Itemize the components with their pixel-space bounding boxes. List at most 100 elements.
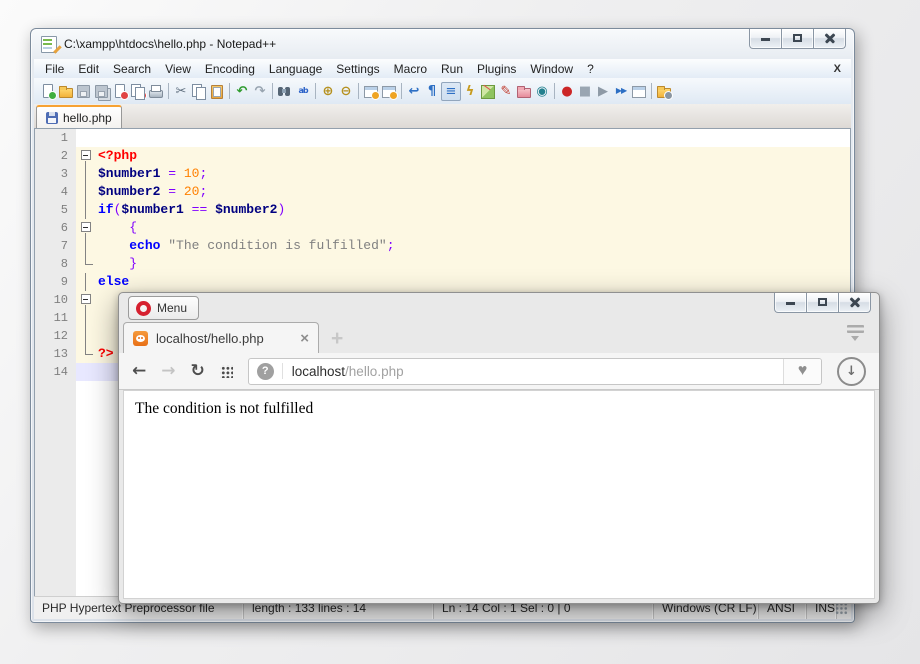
code-text[interactable]: $number2 = 20; [98,183,850,201]
menu-search[interactable]: Search [106,60,158,78]
replace-icon[interactable]: ab [294,83,312,100]
copy-icon[interactable] [190,83,208,100]
show-all-characters-icon[interactable]: ¶ [423,83,441,100]
new-file-icon[interactable] [39,83,57,100]
code-text[interactable]: echo "The condition is fulfilled"; [98,237,850,255]
tab-close-icon[interactable]: × [300,331,309,346]
minimize-button[interactable] [749,29,782,49]
save-icon[interactable] [75,83,93,100]
opera-tabbar: localhost/hello.php × + [119,320,879,354]
save-all-icon[interactable] [93,83,111,100]
fold-marker-icon [76,309,98,327]
line-number: 11 [53,311,68,325]
opera-menu-button[interactable]: Menu [128,296,200,320]
close-icon [849,296,861,308]
badge-icon [371,90,380,100]
sync-vertical-icon[interactable] [362,83,380,100]
fold-marker-icon[interactable] [76,147,98,165]
site-info-icon[interactable] [256,362,274,380]
opera-window-controls [774,293,871,313]
folder-workspace-icon[interactable] [515,83,533,100]
code-text[interactable]: else [98,273,850,291]
url-text[interactable]: localhost/hello.php [292,364,404,379]
fold-marker-icon [76,183,98,201]
menu-view[interactable]: View [158,60,198,78]
editor-line-5: 5 if($number1 == $number2) [35,201,850,219]
menu-settings[interactable]: Settings [329,60,386,78]
address-bar[interactable]: localhost/hello.php ♥ [247,357,822,385]
redo-icon[interactable]: ↷ [251,83,269,100]
new-tab-button[interactable]: + [331,328,343,349]
code-text[interactable]: if($number1 == $number2) [98,201,850,219]
indent-guide-icon[interactable]: ≡ [441,81,461,101]
editor-line-3: 3 $number1 = 10; [35,165,850,183]
maximize-button[interactable] [781,29,814,49]
folder-link-icon[interactable] [655,83,673,100]
badge-icon [48,90,57,100]
opera-logo-icon [136,300,151,316]
tab-hello-php[interactable]: hello.php [36,105,122,128]
doc-close-button[interactable]: X [834,63,851,75]
notepadpp-titlebar[interactable]: C:\xampp\htdocs\hello.php - Notepad++ [31,29,854,59]
forward-button[interactable]: → [161,361,175,381]
menu-language[interactable]: Language [262,60,329,78]
fold-marker-icon[interactable] [76,219,98,237]
document-map-icon[interactable] [479,83,497,100]
download-button[interactable]: ↓ [837,356,866,386]
maximize-button[interactable] [806,293,839,313]
macro-save-icon[interactable] [630,83,648,100]
bookmark-heart-button[interactable]: ♥ [783,358,821,384]
close-button[interactable] [813,29,846,49]
macro-stop-icon[interactable]: ■ [576,83,594,100]
fold-marker-icon[interactable] [76,291,98,309]
maximize-icon [793,34,802,42]
print-icon[interactable] [147,83,165,100]
menu-window[interactable]: Window [523,60,580,78]
menu-macro[interactable]: Macro [387,60,434,78]
menu-encoding[interactable]: Encoding [198,60,262,78]
opera-toolbar: ← → ↻ localhost/hello.php ♥ ↓ [119,353,879,390]
minimize-button[interactable] [774,293,807,313]
line-number: 7 [60,239,68,253]
back-button[interactable]: ← [132,361,146,381]
editor-line-4: 4 $number2 = 20; [35,183,850,201]
close-file-icon[interactable] [111,83,129,100]
zoom-in-icon[interactable]: ⊕ [319,83,337,100]
sync-horizontal-icon[interactable] [380,83,398,100]
code-text[interactable]: $number1 = 10; [98,165,850,183]
zoom-out-icon[interactable]: ⊖ [337,83,355,100]
menu-help[interactable]: ? [580,60,601,78]
cut-icon[interactable]: ✂ [172,83,190,100]
paste-icon[interactable] [208,83,226,100]
lightning-icon[interactable]: ϟ [461,83,479,100]
opera-tab-localhost[interactable]: localhost/hello.php × [123,322,319,354]
macro-record-icon[interactable]: ● [558,83,576,100]
undo-icon[interactable]: ↶ [233,83,251,100]
menu-edit[interactable]: Edit [71,60,106,78]
menu-plugins[interactable]: Plugins [470,60,523,78]
line-number: 1 [60,131,68,145]
code-text[interactable]: { [98,219,850,237]
opera-tab-title: localhost/hello.php [156,331,264,346]
speed-dial-icon[interactable] [219,364,233,378]
open-file-icon[interactable] [57,83,75,100]
fold-margin [76,129,98,147]
close-all-icon[interactable] [129,83,147,100]
menu-run[interactable]: Run [434,60,470,78]
macro-play-icon[interactable]: ▶ [594,83,612,100]
minimize-icon [786,302,795,305]
toolbar-separator [651,83,652,99]
find-icon[interactable] [276,83,294,100]
code-text[interactable]: <?php [98,147,850,165]
code-text[interactable] [98,129,850,147]
menu-file[interactable]: File [38,60,71,78]
code-text[interactable]: } [98,255,850,273]
page-content: The condition is not fulfilled [123,390,875,599]
monitoring-eye-icon[interactable]: ◉ [533,83,551,100]
word-wrap-icon[interactable]: ↩ [405,83,423,100]
macro-run-multiple-icon[interactable]: ▶▶ [612,83,630,100]
reload-button[interactable]: ↻ [191,361,205,381]
toolbar-separator [315,83,316,99]
close-button[interactable] [838,293,871,313]
edit-pen-icon[interactable]: ✎ [497,83,515,100]
